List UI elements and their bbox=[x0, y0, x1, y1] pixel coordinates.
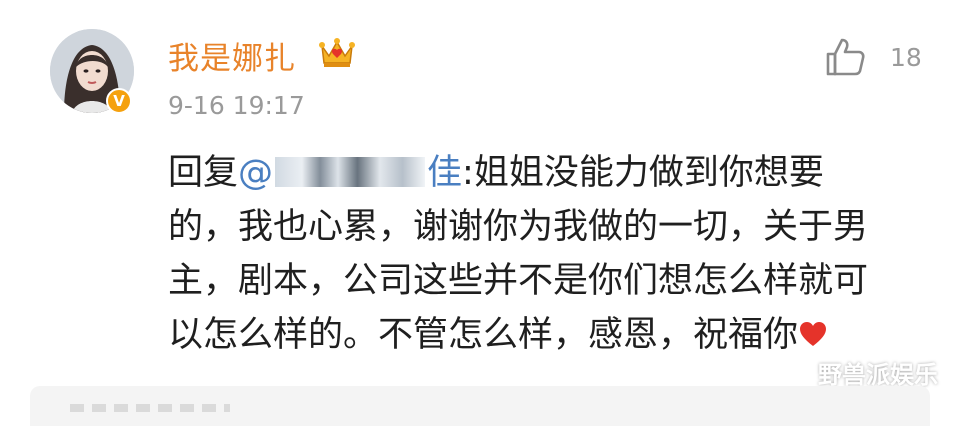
mention-at: @ bbox=[238, 153, 274, 193]
reply-prefix: 回复 bbox=[168, 153, 239, 193]
comment-line-4-text: 以怎么样的。不管怎么样，感恩，祝福你 bbox=[168, 315, 799, 355]
comment-line-3: 主，剧本，公司这些并不是你们想怎么样就可 bbox=[168, 261, 869, 301]
mention-tail: 佳 bbox=[427, 153, 463, 193]
username[interactable]: 我是娜扎 bbox=[168, 33, 296, 78]
like-count: 18 bbox=[890, 43, 922, 72]
comment-line-2: 的，我也心累，谢谢你为我做的一切，关于男 bbox=[168, 207, 869, 247]
next-comment-preview bbox=[70, 404, 230, 412]
comment-timestamp: 9-16 19:17 bbox=[168, 91, 305, 120]
heart-icon bbox=[800, 322, 827, 346]
wechat-icon bbox=[780, 360, 810, 384]
comment-line-1-text: :姐姐没能力做到你想要 bbox=[462, 153, 824, 193]
mention-link[interactable]: @ 佳 bbox=[238, 153, 462, 193]
verified-badge: V bbox=[106, 88, 132, 114]
watermark: 野兽派娱乐 bbox=[780, 355, 938, 390]
watermark-text: 野兽派娱乐 bbox=[818, 361, 938, 389]
comment-card: V 我是娜扎 9-16 19:17 18 回复@ 佳:姐姐没能力做到你想要 的，我… bbox=[0, 0, 960, 380]
crown-icon bbox=[319, 38, 355, 67]
comment-line-1: 回复@ 佳:姐姐没能力做到你想要 bbox=[168, 146, 888, 200]
comment-body: 回复@ 佳:姐姐没能力做到你想要 的，我也心累，谢谢你为我做的一切，关于男 主，剧… bbox=[168, 146, 888, 362]
like-icon[interactable] bbox=[824, 36, 866, 78]
redacted-username bbox=[275, 157, 426, 187]
comment-line-4: 以怎么样的。不管怎么样，感恩，祝福你 bbox=[168, 308, 888, 362]
